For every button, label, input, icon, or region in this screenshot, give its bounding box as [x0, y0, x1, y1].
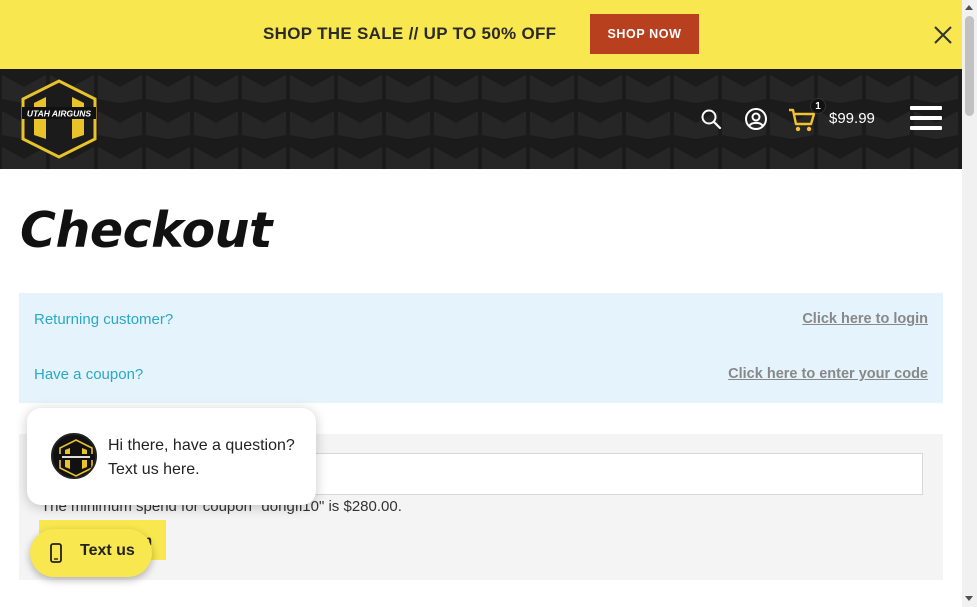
chat-message: Hi there, have a question? Text us here. — [108, 437, 295, 478]
coupon-row: Have a coupon? Click here to enter your … — [34, 363, 928, 385]
cart-count-badge: 1 — [810, 98, 826, 114]
promo-text: SHOP THE SALE // UP TO 50% OFF — [263, 24, 557, 43]
returning-customer-row: Returning customer? Click here to login — [34, 308, 928, 330]
text-us-label: Text us — [80, 542, 135, 559]
cart-total[interactable]: $99.99 — [829, 110, 875, 127]
login-link[interactable]: Click here to login — [802, 311, 928, 327]
scroll-thumb[interactable] — [965, 16, 974, 116]
search-icon[interactable] — [700, 108, 722, 130]
page-scrollbar[interactable] — [962, 0, 977, 607]
close-icon[interactable] — [932, 24, 954, 46]
chat-avatar — [51, 433, 97, 479]
logo-text: UTAH AIRGUNS — [27, 109, 92, 119]
account-icon[interactable] — [744, 107, 768, 131]
promo-bar: SHOP THE SALE // UP TO 50% OFF SHOP NOW — [0, 0, 962, 69]
site-header: UTAH AIRGUNS 1 $99.99 — [0, 69, 962, 169]
enter-coupon-link[interactable]: Click here to enter your code — [728, 366, 928, 382]
chat-popup[interactable]: Hi there, have a question? Text us here. — [27, 408, 316, 505]
returning-customer-label: Returning customer? — [34, 310, 174, 328]
chat-logo-icon — [57, 439, 95, 477]
checkout-notices: Returning customer? Click here to login … — [19, 293, 943, 403]
page-title: Checkout — [20, 202, 272, 259]
shop-now-button[interactable]: SHOP NOW — [590, 14, 699, 54]
scroll-up-arrow-icon[interactable] — [965, 5, 973, 10]
have-coupon-label: Have a coupon? — [34, 365, 144, 383]
header-pattern — [0, 69, 962, 169]
hamburger-menu-icon[interactable] — [910, 105, 942, 131]
scroll-down-arrow-icon[interactable] — [965, 596, 973, 601]
site-logo[interactable]: UTAH AIRGUNS — [20, 79, 98, 159]
phone-icon — [50, 543, 62, 563]
text-us-button[interactable]: Text us — [30, 529, 152, 577]
